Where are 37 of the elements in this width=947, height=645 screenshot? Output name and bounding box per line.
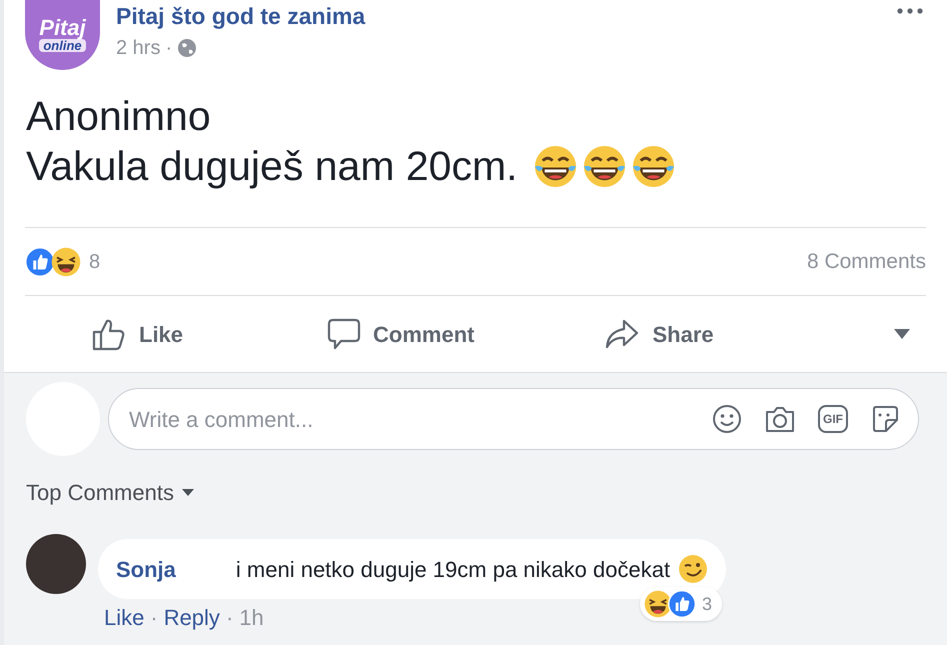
share-arrow-icon [604,318,640,350]
laughing-emoji-icon [644,590,672,618]
logo-text: online [39,38,86,52]
speech-bubble-icon [327,317,362,351]
thumbs-up-icon [668,590,696,618]
page-name[interactable]: Pitaj što god te zanima [116,2,366,30]
winking-emoji-icon [678,554,708,584]
comment-button[interactable]: Comment [327,317,474,351]
separator-dot: · [226,604,234,632]
reaction-summary[interactable]: 3 [640,587,722,621]
separator-dot: · [165,36,172,61]
reaction-count: 3 [702,592,712,616]
share-button[interactable]: Share [604,318,714,350]
post-time[interactable]: 2 hrs [116,33,160,63]
caret-icon [182,488,194,496]
thumbs-up-icon [25,246,55,276]
reaction-count[interactable]: 8 [89,246,100,276]
comments-count-link[interactable]: 8 Comments [806,246,926,278]
caret-icon[interactable] [894,329,910,339]
more-options-icon[interactable] [897,8,923,14]
camera-icon[interactable] [764,404,796,434]
separator-dot: · [150,604,158,632]
comment-action-link[interactable]: Like [104,601,144,634]
sort-dropdown[interactable]: Top Comments [26,476,194,509]
post-text: Vakula duguješ nam 20cm. [26,142,518,191]
logo-text: Pitaj [39,16,86,38]
post-text: Anonimno [26,92,211,141]
sticker-icon[interactable] [870,404,900,434]
gif-icon[interactable]: GIF [818,405,848,433]
comment-action-link[interactable]: Reply [164,601,220,634]
like-button[interactable]: Like [91,316,184,352]
laughing-emoji-icon [51,246,81,276]
globe-icon [177,38,198,58]
smiley-icon[interactable] [712,404,742,434]
comment-text: i meni netko duguje 19cm pa nikako dočekat [236,556,670,584]
comment-field[interactable]: Write a comment... GIF [108,388,919,450]
comment-author[interactable]: Sonja [116,552,176,586]
